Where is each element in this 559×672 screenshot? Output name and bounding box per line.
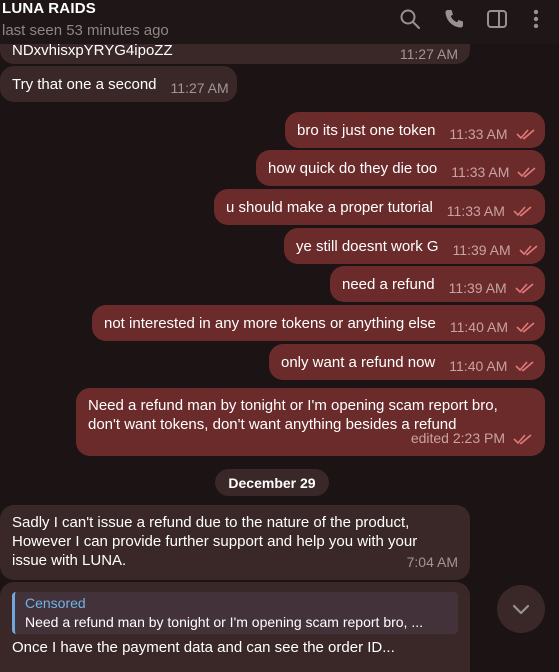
phone-icon[interactable] <box>443 8 465 30</box>
double-check-icon <box>515 360 535 372</box>
message-outgoing: u should make a proper tutorial 11:33 AM <box>214 189 545 225</box>
double-check-icon <box>519 244 539 256</box>
message-outgoing: how quick do they die too 11:33 AM <box>256 150 545 186</box>
double-check-icon <box>515 282 535 294</box>
date-separator: December 29 <box>215 469 329 496</box>
message-text: Try that one a second <box>12 75 157 93</box>
message-time: 11:39 AM <box>453 233 539 260</box>
message-incoming: Sadly I can't issue a refund due to the … <box>0 505 470 580</box>
message-text: ye still doesnt work G <box>296 237 439 255</box>
message-time: 7:04 AM <box>406 554 458 570</box>
message-outgoing: Need a refund man by tonight or I'm open… <box>76 388 545 456</box>
message-text: how quick do they die too <box>268 159 438 177</box>
message-time: edited 2:23 PM <box>411 429 533 448</box>
double-check-icon <box>516 321 536 333</box>
chat-header: LUNA RAIDS last seen 53 minutes ago <box>0 0 559 44</box>
message-time: 11:33 AM <box>447 194 533 221</box>
reply-author: Censored <box>25 595 86 611</box>
message-time: 11:39 AM <box>449 271 535 298</box>
message-outgoing: only want a refund now 11:40 AM <box>269 344 545 380</box>
chat-title[interactable]: LUNA RAIDS <box>2 0 96 17</box>
message-text: u should make a proper tutorial <box>226 198 433 216</box>
message-text: not interested in any more tokens or any… <box>104 314 436 332</box>
double-check-icon <box>515 128 536 140</box>
message-incoming-reply: Censored Need a refund man by tonight or… <box>0 582 470 672</box>
message-time: 11:27 AM <box>170 79 229 96</box>
message-time: 11:33 AM <box>449 117 535 144</box>
scroll-to-bottom-button[interactable] <box>497 585 545 633</box>
reply-text: Need a refund man by tonight or I'm open… <box>25 614 423 630</box>
message-outgoing: need a refund 11:39 AM <box>330 266 545 302</box>
chevron-down-icon <box>512 604 530 615</box>
message-text: Once I have the payment data and can see… <box>12 639 395 656</box>
message-list[interactable]: NDxvhisxpYRYG4ipoZZ 11:27 AM Try that on… <box>0 0 559 672</box>
search-icon[interactable] <box>399 8 421 30</box>
message-outgoing: bro its just one token 11:33 AM <box>285 112 545 148</box>
message-time: 11:40 AM <box>449 349 535 376</box>
double-check-icon <box>513 205 533 217</box>
double-check-icon <box>513 433 533 445</box>
message-text: need a refund <box>342 275 435 293</box>
sidebar-icon[interactable] <box>486 8 508 30</box>
reply-quote[interactable]: Censored Need a refund man by tonight or… <box>12 592 458 634</box>
more-icon[interactable] <box>526 8 546 30</box>
last-seen-status: last seen 53 minutes ago <box>2 22 169 39</box>
message-text: only want a refund now <box>281 353 436 371</box>
message-time: 11:33 AM <box>451 155 537 182</box>
message-text: Sadly I can't issue a refund due to the … <box>12 514 418 569</box>
message-time: 11:40 AM <box>450 310 536 337</box>
message-outgoing: ye still doesnt work G 11:39 AM <box>284 228 545 264</box>
message-outgoing: not interested in any more tokens or any… <box>92 305 545 341</box>
double-check-icon <box>517 166 537 178</box>
message-text: bro its just one token <box>297 121 436 139</box>
message-incoming: Try that one a second 11:27 AM <box>0 66 237 102</box>
